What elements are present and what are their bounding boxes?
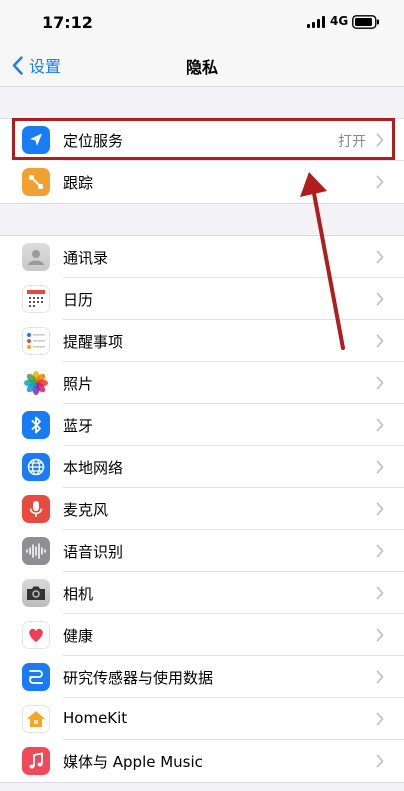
network-type: 4G <box>330 14 349 28</box>
health-row[interactable]: 健康 <box>0 614 404 656</box>
chevron-right-icon <box>376 670 384 684</box>
tracking-icon <box>22 168 50 196</box>
chevron-right-icon <box>376 460 384 474</box>
chevron-right-icon <box>376 175 384 189</box>
home-icon <box>22 705 50 733</box>
location-tracking-group: 定位服务 打开 跟踪 <box>0 118 404 204</box>
heart-icon <box>22 621 50 649</box>
camera-icon <box>22 579 50 607</box>
location-services-status: 打开 <box>338 134 366 150</box>
chevron-right-icon <box>376 754 384 768</box>
status-time: 17:12 <box>42 13 93 32</box>
photos-icon <box>22 369 50 397</box>
chevron-right-icon <box>376 544 384 558</box>
chevron-right-icon <box>376 334 384 348</box>
research-icon <box>22 663 50 691</box>
microphone-row[interactable]: 麦克风 <box>0 488 404 530</box>
row-label: 相机 <box>63 585 94 603</box>
microphone-icon <box>22 495 50 523</box>
row-label: 媒体与 Apple Music <box>63 753 203 771</box>
row-label: 本地网络 <box>63 459 124 477</box>
row-label: 蓝牙 <box>63 417 94 435</box>
row-label: 日历 <box>63 291 94 309</box>
row-label: 通讯录 <box>63 249 109 267</box>
bluetooth-icon <box>22 411 50 439</box>
app-permissions-group: 通讯录 日历 提醒事项 照片 蓝牙 本地网络 麦克风 语音识别 相机 健康 研究… <box>0 235 404 783</box>
row-label: HomeKit <box>63 709 128 727</box>
battery-icon <box>352 15 379 29</box>
chevron-right-icon <box>376 586 384 600</box>
chevron-right-icon <box>376 292 384 306</box>
row-label: 定位服务 <box>63 132 124 150</box>
row-label: 提醒事项 <box>63 333 124 351</box>
location-services-row[interactable]: 定位服务 打开 <box>0 119 404 161</box>
navigation-bar: 设置 隐私 <box>0 44 404 87</box>
location-arrow-icon <box>22 126 50 154</box>
homekit-row[interactable]: HomeKit <box>0 698 404 740</box>
photos-row[interactable]: 照片 <box>0 362 404 404</box>
music-note-icon <box>22 747 50 775</box>
row-label: 健康 <box>63 627 94 645</box>
calendar-row[interactable]: 日历 <box>0 278 404 320</box>
chevron-right-icon <box>376 376 384 390</box>
chevron-right-icon <box>376 628 384 642</box>
camera-row[interactable]: 相机 <box>0 572 404 614</box>
globe-icon <box>22 453 50 481</box>
reminders-row[interactable]: 提醒事项 <box>0 320 404 362</box>
cellular-signal-icon <box>307 16 325 28</box>
local-network-row[interactable]: 本地网络 <box>0 446 404 488</box>
bluetooth-row[interactable]: 蓝牙 <box>0 404 404 446</box>
row-label: 跟踪 <box>63 174 94 192</box>
chevron-right-icon <box>376 133 384 147</box>
page-title: 隐私 <box>185 58 218 77</box>
row-label: 语音识别 <box>63 543 124 561</box>
reminders-icon <box>22 327 50 355</box>
contacts-icon <box>22 243 50 271</box>
waveform-icon <box>22 537 50 565</box>
row-label: 照片 <box>63 375 94 393</box>
media-apple-music-row[interactable]: 媒体与 Apple Music <box>0 740 404 782</box>
calendar-icon <box>22 285 50 313</box>
row-label: 麦克风 <box>63 501 109 519</box>
chevron-right-icon <box>376 502 384 516</box>
chevron-right-icon <box>376 418 384 432</box>
contacts-row[interactable]: 通讯录 <box>0 236 404 278</box>
status-bar: 17:12 4G <box>0 0 404 44</box>
chevron-right-icon <box>376 712 384 726</box>
row-label: 研究传感器与使用数据 <box>63 669 214 687</box>
privacy-settings-screen: 17:12 4G 设置 隐私 定位服务 打开 跟踪 通讯录 日历 提醒事项 照片… <box>0 0 404 791</box>
chevron-right-icon <box>376 250 384 264</box>
speech-recognition-row[interactable]: 语音识别 <box>0 530 404 572</box>
tracking-row[interactable]: 跟踪 <box>0 161 404 203</box>
research-sensor-row[interactable]: 研究传感器与使用数据 <box>0 656 404 698</box>
